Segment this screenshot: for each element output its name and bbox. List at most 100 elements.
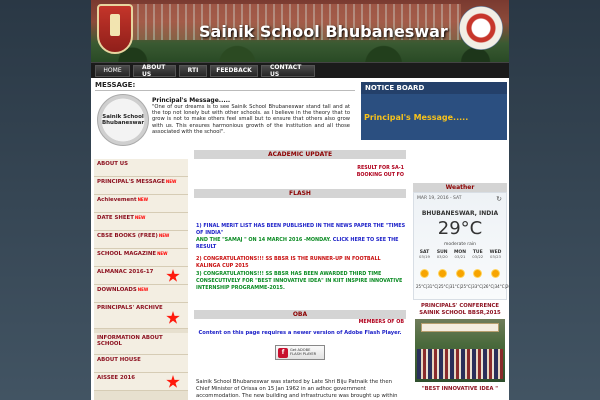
- nav-feedback[interactable]: FEEDBACK: [210, 64, 258, 77]
- school-crest-logo[interactable]: [97, 4, 133, 54]
- weather-forecast-temps: 25°C|31°C|25°C|31°C|25°C|33°C|26°C|34°C|…: [416, 284, 509, 289]
- sidebar-item-label: DOWNLOADS: [97, 287, 137, 293]
- header-banner: Sainik School Bhubaneswar: [91, 0, 509, 62]
- weather-date: MAR 19, 2016 - SAT: [417, 196, 462, 201]
- weather-temperature: 29°C: [437, 218, 483, 239]
- sidebar-menu: ABOUT US PRINCIPAL'S MESSAGENEW Achievem…: [94, 159, 188, 400]
- forecast-day-date: 03/21: [454, 254, 466, 260]
- conference-title: PRINCIPALS' CONFERENCE SAINIK SCHOOL BBS…: [419, 303, 501, 316]
- weather-forecast-days: SAT 03/19 SUN 03/20 MON 03/21 TUE 03/22 WED 0…: [416, 250, 504, 260]
- oba-section: MEMBERS OF OB Content on this page requi…: [194, 319, 406, 369]
- nav-home[interactable]: HOME: [95, 64, 130, 77]
- sidebar-item-about-us[interactable]: ABOUT US: [94, 159, 188, 177]
- new-badge: NEW: [137, 197, 149, 202]
- oba-heading: OBA: [194, 310, 406, 319]
- new-badge: NEW: [134, 215, 146, 220]
- innovative-idea-title: "BEST INNOVATIVE IDEA ": [421, 385, 499, 392]
- principal-message-title[interactable]: Principal's Message.....: [152, 97, 230, 104]
- flash-item-1-text: 1) FINAL MERIT LIST HAS BEEN PUBLISHED I…: [196, 223, 406, 237]
- defence-emblem-logo: [459, 6, 503, 50]
- forecast-day: TUE 03/22: [469, 250, 486, 260]
- sidebar-item-principals-archive[interactable]: PRINCIPALS' ARCHIVE: [94, 303, 188, 329]
- flash-news: 1) FINAL MERIT LIST HAS BEEN PUBLISHED I…: [194, 198, 406, 310]
- forecast-day: SAT 03/19: [416, 250, 433, 260]
- sun-icon: [487, 268, 504, 279]
- weather-city: BHUBANESWAR, INDIA: [421, 210, 499, 217]
- sun-icon: [434, 268, 451, 279]
- new-badge: NEW: [137, 287, 149, 292]
- sidebar-item-principals-message[interactable]: PRINCIPAL'S MESSAGENEW: [94, 177, 188, 195]
- nav-rti[interactable]: RTI: [179, 64, 207, 77]
- sun-icon: [452, 268, 469, 279]
- flash-heading: FLASH: [194, 189, 406, 198]
- main-content: ACADEMIC UPDATE RESULT FOR SA-1 BOOKING …: [194, 150, 406, 400]
- new-star-icon: [166, 375, 180, 388]
- badge-text: Sainik School Bhubaneswar: [101, 113, 145, 126]
- sidebar-item-label: Achievement: [97, 197, 137, 203]
- new-badge: NEW: [157, 251, 168, 256]
- sidebar-item-cbse-books[interactable]: CBSE BOOKS (FREE)NEW: [94, 231, 188, 249]
- message-heading: MESSAGE:: [95, 81, 136, 89]
- weather-condition: moderate rain: [443, 242, 477, 247]
- sidebar-item-label: ABOUT US: [97, 161, 129, 167]
- sidebar-item-label: ABOUT HOUSE: [97, 357, 141, 363]
- sidebar-item-school-magazine[interactable]: SCHOOL MAGAZINENEW: [94, 249, 188, 267]
- academic-update-heading: ACADEMIC UPDATE: [194, 150, 406, 159]
- school-history-text: Sainik School Bhubaneswar was started by…: [196, 379, 398, 400]
- notice-board-heading: NOTICE BOARD: [361, 82, 507, 94]
- weather-widget: MAR 19, 2016 - SAT ↻ BHUBANESWAR, INDIA …: [413, 192, 509, 300]
- sidebar-item-label: INFORMATION ABOUT SCHOOL: [97, 335, 163, 347]
- flash-button-line2: FLASH PLAYER: [290, 351, 317, 356]
- right-column: Weather MAR 19, 2016 - SAT ↻ BHUBANESWAR…: [413, 183, 509, 400]
- flash-item-3: 3) CONGRATULATIONS!!! SS BBSR HAS BEEN A…: [196, 271, 403, 292]
- nav-contact-us[interactable]: CONTACT US: [261, 64, 315, 78]
- sun-icon: [469, 268, 486, 279]
- forecast-day: WED 03/23: [487, 250, 504, 260]
- site-title: Sainik School Bhubaneswar: [199, 22, 448, 41]
- flash-item-1: 1) FINAL MERIT LIST HAS BEEN PUBLISHED I…: [196, 223, 406, 251]
- notice-board: NOTICE BOARD Principal's Message.....: [361, 82, 507, 140]
- conference-photo[interactable]: [415, 318, 505, 382]
- get-flash-player-button[interactable]: f Get ADOBE FLASH PLAYER: [275, 345, 325, 360]
- sidebar-item-date-sheet[interactable]: DATE SHEETNEW: [94, 213, 188, 231]
- forecast-day-date: 03/22: [472, 254, 484, 260]
- nav-about-us[interactable]: ABOUT US: [133, 64, 176, 78]
- top-nav: HOME ABOUT US RTI FEEDBACK CONTACT US: [91, 62, 509, 78]
- forecast-day-date: 03/20: [436, 254, 448, 260]
- message-section: MESSAGE: Sainik School Bhubaneswar Princ…: [91, 78, 509, 150]
- sidebar-item-label: PRINCIPALS' ARCHIVE: [97, 305, 163, 311]
- sidebar-item-label: PRINCIPAL'S MESSAGE: [97, 179, 165, 185]
- sidebar-item-aissee-2016[interactable]: AISSEE 2016: [94, 373, 188, 391]
- sidebar-item-achievement[interactable]: AchievementNEW: [94, 195, 188, 213]
- flash-button-label: Get ADOBE FLASH PLAYER: [290, 348, 317, 357]
- flash-required-notice: Content on this page requires a newer ve…: [198, 330, 402, 336]
- sidebar-item-almanac[interactable]: ALMANAC 2016-17: [94, 267, 188, 285]
- header-trees: [91, 38, 509, 62]
- forecast-day: MON 03/21: [452, 250, 469, 260]
- oba-members-link[interactable]: MEMBERS OF OB: [359, 320, 404, 325]
- sidebar-item-label: ALMANAC 2016-17: [97, 269, 154, 275]
- weather-forecast-icons: [416, 268, 504, 279]
- conference-banner: [421, 322, 499, 332]
- sidebar-item-label: CBSE BOOKS (FREE): [97, 233, 158, 239]
- new-badge: NEW: [158, 233, 170, 238]
- academic-link-booking[interactable]: BOOKING OUT FO: [357, 173, 404, 178]
- sun-icon: [416, 268, 433, 279]
- new-badge: NEW: [165, 179, 177, 184]
- sidebar-item-label: AISSEE 2016: [97, 375, 135, 381]
- flash-item-1-line2: AND THE "SAMAJ " ON 14 MARCH 2016 -MONDA…: [196, 237, 332, 244]
- notice-board-marquee[interactable]: Principal's Message.....: [361, 113, 507, 122]
- forecast-day: SUN 03/20: [434, 250, 451, 260]
- new-star-icon: [166, 311, 180, 324]
- sidebar-item-downloads[interactable]: DOWNLOADSNEW: [94, 285, 188, 303]
- principal-message-body: "One of our dreams is to see Sainik Scho…: [152, 104, 350, 135]
- new-star-icon: [166, 269, 180, 282]
- academic-link-result[interactable]: RESULT FOR SA-1: [357, 166, 404, 171]
- sidebar-item-label: SCHOOL MAGAZINE: [97, 251, 157, 257]
- page-container: Sainik School Bhubaneswar HOME ABOUT US …: [91, 0, 509, 400]
- sidebar-item-about-house[interactable]: ABOUT HOUSE: [94, 355, 188, 373]
- refresh-icon[interactable]: ↻: [496, 195, 502, 203]
- sidebar-item-information-about-school[interactable]: INFORMATION ABOUT SCHOOL: [94, 333, 188, 355]
- forecast-day-date: 03/19: [419, 254, 430, 260]
- weather-heading: Weather: [413, 183, 507, 192]
